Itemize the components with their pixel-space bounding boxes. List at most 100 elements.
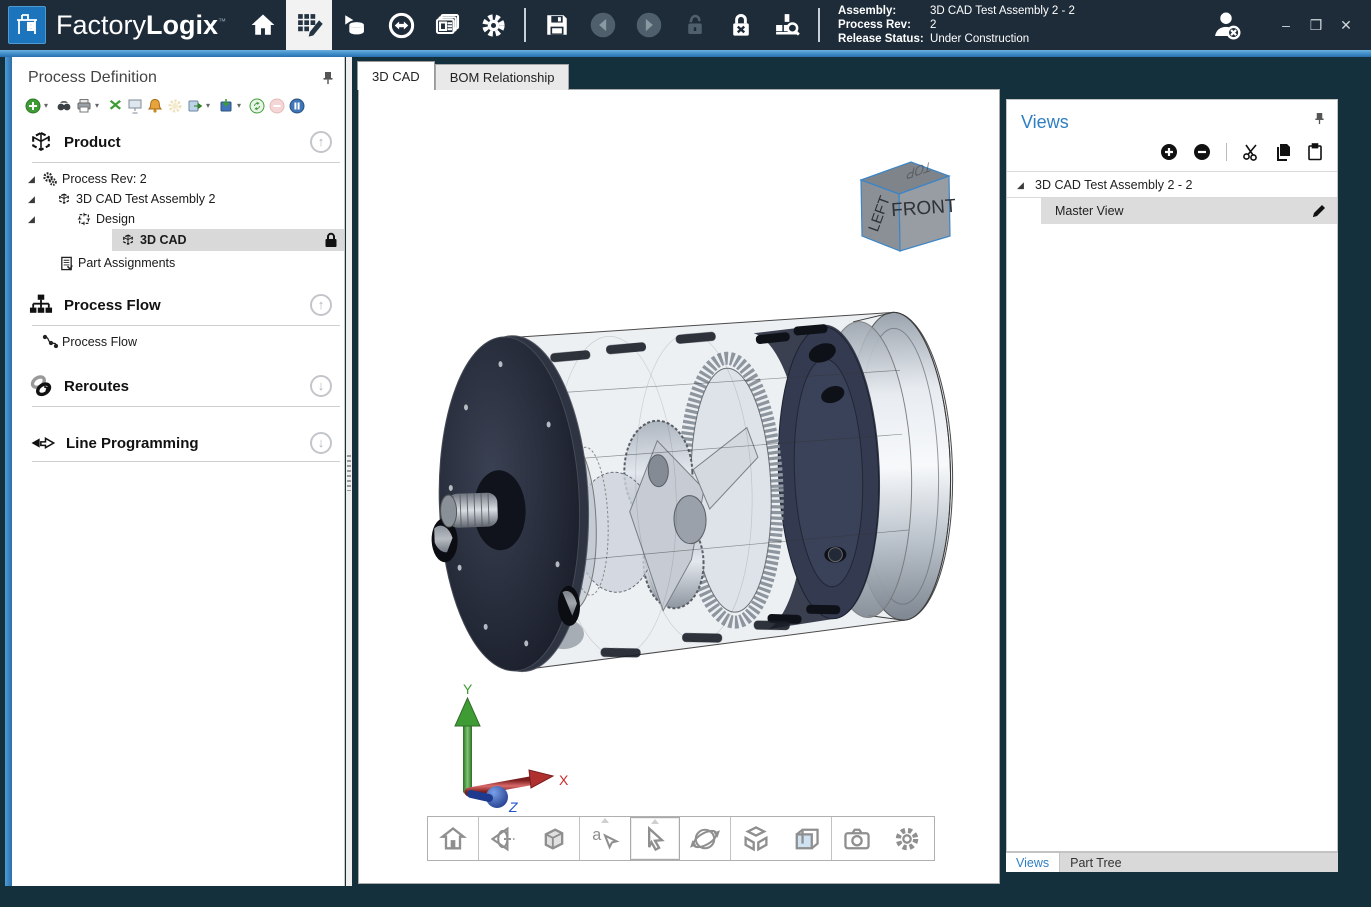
expand-down-icon[interactable]: ↓: [310, 375, 332, 397]
expand-down-icon[interactable]: ↓: [310, 432, 332, 454]
application-window: FactoryLogix™: [0, 0, 1371, 907]
transfer-icon[interactable]: [378, 0, 424, 50]
tree-item-assembly[interactable]: ◢ 3D CAD Test Assembly 2: [12, 189, 344, 209]
dropdown-caret-icon[interactable]: ▾: [95, 101, 103, 110]
section-product[interactable]: Product ↑: [12, 120, 344, 162]
section-product-label: Product: [64, 134, 121, 151]
view-cube[interactable]: FRONT LEFT TOP: [851, 152, 955, 252]
export-icon[interactable]: [186, 97, 203, 114]
close-button[interactable]: ✕: [1331, 12, 1361, 38]
add-icon[interactable]: [24, 97, 41, 114]
collapse-up-icon[interactable]: ↑: [310, 294, 332, 316]
release-status-value: Under Construction: [930, 32, 1029, 46]
gear-disabled-icon[interactable]: [166, 97, 183, 114]
view-settings-icon[interactable]: [882, 817, 932, 860]
viewport-toolbar: a: [427, 816, 935, 861]
pin-icon[interactable]: [322, 71, 334, 85]
settings-icon[interactable]: [470, 0, 516, 50]
components-icon[interactable]: [106, 97, 123, 114]
shaded-cube-icon[interactable]: [529, 817, 579, 860]
paste-icon[interactable]: [1307, 143, 1323, 161]
tree-item-process-rev[interactable]: ◢ Process Rev: 2: [12, 169, 344, 189]
back-icon[interactable]: [580, 0, 626, 50]
tab-bom-relationship[interactable]: BOM Relationship: [435, 64, 570, 90]
unlock-icon[interactable]: [672, 0, 718, 50]
view-orientation-icon[interactable]: [479, 817, 529, 860]
snapshot-camera-icon[interactable]: [832, 817, 882, 860]
expander-icon[interactable]: ◢: [28, 194, 38, 204]
collapse-up-icon[interactable]: ↑: [310, 131, 332, 153]
remove-view-icon[interactable]: [1193, 143, 1211, 161]
copy-icon[interactable]: [1275, 143, 1292, 161]
dropdown-caret-icon[interactable]: ▾: [206, 101, 214, 110]
orbit-icon[interactable]: [680, 817, 730, 860]
section-line-programming[interactable]: Line Programming ↓: [12, 423, 344, 461]
product-cube-icon: [28, 129, 54, 155]
save-icon[interactable]: [534, 0, 580, 50]
explode-view-icon[interactable]: [731, 817, 781, 860]
minimize-button[interactable]: –: [1271, 12, 1301, 38]
tab-views[interactable]: Views: [1006, 853, 1060, 872]
import-icon[interactable]: [217, 97, 234, 114]
views-tree-master-view[interactable]: Master View: [1041, 198, 1337, 224]
tree-item-label: Process Rev: 2: [62, 172, 147, 186]
forward-icon[interactable]: [626, 0, 672, 50]
svg-text:a: a: [592, 826, 601, 844]
views-tree-root[interactable]: ◢ 3D CAD Test Assembly 2 - 2: [1007, 171, 1337, 198]
tab-3d-cad[interactable]: 3D CAD: [357, 61, 435, 90]
tree-item-design[interactable]: ◢ Design: [12, 209, 344, 229]
design-icon: [76, 211, 92, 227]
brand-title: FactoryLogix™: [56, 10, 226, 41]
toolbar-divider: [818, 8, 820, 42]
titlebar: FactoryLogix™: [0, 0, 1371, 50]
find-icon[interactable]: [55, 97, 72, 114]
select-cursor-icon[interactable]: [630, 817, 680, 860]
section-process-flow[interactable]: Process Flow ↑: [12, 283, 344, 325]
axis-z-label: Z: [508, 799, 518, 815]
maximize-button[interactable]: ❒: [1301, 12, 1331, 38]
axis-y-label: Y: [463, 684, 473, 697]
production-icon[interactable]: [332, 0, 378, 50]
edit-pencil-icon[interactable]: [1311, 203, 1327, 219]
print-icon[interactable]: [75, 97, 92, 114]
find-assembly-icon[interactable]: [764, 0, 810, 50]
process-definition-icon[interactable]: [286, 0, 332, 50]
flow-path-icon: [42, 334, 58, 350]
section-view-icon[interactable]: [781, 817, 831, 860]
assembly-label: Assembly:: [838, 4, 930, 18]
bell-icon[interactable]: [146, 97, 163, 114]
dropdown-caret-icon[interactable]: ▾: [237, 101, 245, 110]
presentation-icon[interactable]: [126, 97, 143, 114]
add-view-icon[interactable]: [1160, 143, 1178, 161]
tree-item-3d-cad-selected[interactable]: 3D CAD: [112, 229, 344, 251]
refresh-icon[interactable]: [248, 97, 265, 114]
pin-icon[interactable]: [1314, 112, 1325, 125]
expander-icon[interactable]: ◢: [28, 214, 38, 224]
expander-icon[interactable]: ◢: [28, 174, 38, 184]
stop-disabled-icon[interactable]: [268, 97, 285, 114]
select-label-icon[interactable]: a: [580, 817, 630, 860]
view-home-icon[interactable]: [428, 817, 478, 860]
documents-icon[interactable]: [424, 0, 470, 50]
lock-icon: [324, 232, 338, 248]
pause-icon[interactable]: [288, 97, 305, 114]
section-reroutes[interactable]: Reroutes ↓: [12, 364, 344, 406]
lock-close-icon[interactable]: [718, 0, 764, 50]
expander-icon[interactable]: ◢: [1017, 180, 1027, 190]
splitter-grip[interactable]: [347, 455, 351, 491]
cut-icon[interactable]: [1242, 143, 1260, 161]
home-icon[interactable]: [240, 0, 286, 50]
user-status-icon[interactable]: [1209, 9, 1243, 41]
panel-splitter[interactable]: [346, 57, 352, 886]
viewcube-front-label[interactable]: FRONT: [891, 196, 955, 222]
tree-item-part-assignments[interactable]: Part Assignments: [12, 253, 344, 273]
tab-part-tree[interactable]: Part Tree: [1060, 853, 1131, 872]
process-rev-value: 2: [930, 18, 936, 32]
main-toolbar: [240, 0, 828, 50]
gears-icon: [42, 171, 58, 187]
axis-x-label: X: [559, 772, 569, 788]
dropdown-caret-icon[interactable]: ▾: [44, 101, 52, 110]
3d-viewport[interactable]: FRONT LEFT TOP Y X Z: [358, 89, 1000, 884]
section-process-flow-label: Process Flow: [64, 297, 161, 314]
tree-item-process-flow[interactable]: Process Flow: [12, 332, 344, 352]
